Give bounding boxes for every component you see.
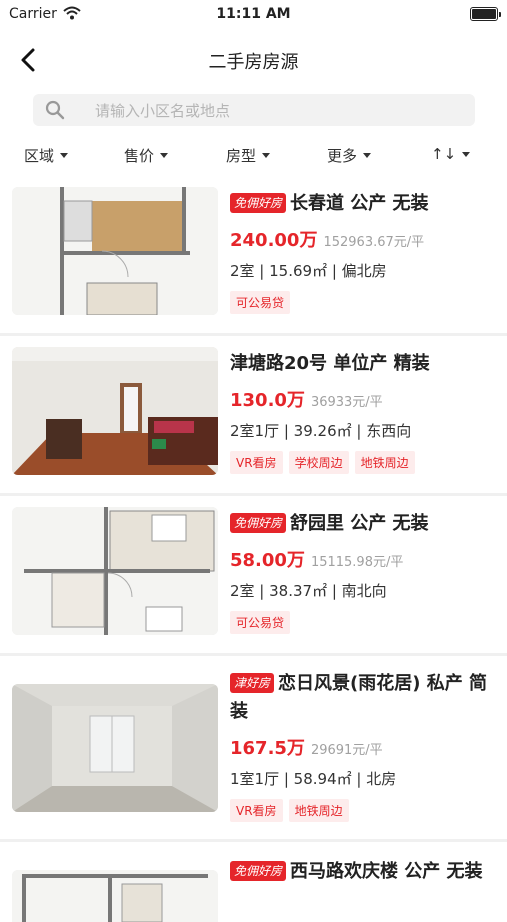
battery-icon bbox=[470, 7, 501, 21]
listing-spec: 2室 | 38.37㎡ | 南北向 bbox=[230, 582, 387, 600]
feature-tag: 地铁周边 bbox=[354, 451, 415, 474]
listing-card[interactable]: 津好房 恋日风景(雨花居) 私产 简装 167.5万 29691元/平 1室1厅 … bbox=[0, 656, 507, 842]
price-line: 167.5万 29691元/平 bbox=[230, 734, 498, 760]
tag-list: 可公易贷 bbox=[230, 291, 498, 314]
filter-layout[interactable]: 房型 bbox=[226, 145, 271, 166]
tag-list: 可公易贷 bbox=[230, 611, 498, 634]
listing-info: 免佣好房 长春道 公产 无装 240.00万 152963.67元/平 2室 | … bbox=[230, 190, 498, 314]
filter-label: 区域 bbox=[24, 147, 55, 165]
feature-tag: 可公易贷 bbox=[230, 611, 291, 634]
listing-title: 津好房 恋日风景(雨花居) 私产 简装 bbox=[230, 673, 488, 722]
caret-down-icon bbox=[160, 153, 169, 158]
listing-info: 津塘路20号 单位产 精装 130.0万 36933元/平 2室1厅 | 39.… bbox=[230, 350, 498, 474]
feature-tag: 学校周边 bbox=[288, 451, 349, 474]
listing-info: 免佣好房 舒园里 公产 无装 58.00万 15115.98元/平 2室 | 38… bbox=[230, 510, 498, 634]
listing-title: 津塘路20号 单位产 精装 bbox=[230, 353, 430, 374]
listing-card[interactable]: 免佣好房 舒园里 公产 无装 58.00万 15115.98元/平 2室 | 38… bbox=[0, 496, 507, 656]
unit-price: 29691元/平 bbox=[310, 743, 383, 758]
nav-bar: 二手房房源 bbox=[0, 36, 507, 84]
filter-price[interactable]: 售价 bbox=[124, 145, 169, 166]
listing-spec: 1室1厅 | 58.94㎡ | 北房 bbox=[230, 770, 397, 788]
caret-down-icon bbox=[363, 153, 372, 158]
filter-label: 更多 bbox=[327, 147, 358, 165]
listing-info: 津好房 恋日风景(雨花居) 私产 简装 167.5万 29691元/平 1室1厅 … bbox=[230, 670, 498, 822]
filter-label: 售价 bbox=[124, 147, 155, 165]
filter-bar: 区域 售价 房型 更多 ↑↓ bbox=[0, 140, 507, 170]
status-bar: Carrier 11:11 AM bbox=[0, 0, 507, 28]
promo-badge: 津好房 bbox=[230, 673, 275, 693]
feature-tag: 可公易贷 bbox=[230, 291, 291, 314]
caret-down-icon bbox=[462, 151, 471, 157]
total-price: 58.00万 bbox=[230, 550, 305, 571]
floorplan-image bbox=[12, 507, 218, 635]
listing-spec: 2室 | 15.69㎡ | 偏北房 bbox=[230, 262, 387, 280]
filter-more[interactable]: 更多 bbox=[327, 145, 372, 166]
sort-icon: ↑↓ bbox=[431, 145, 457, 163]
search-input[interactable] bbox=[93, 94, 467, 128]
total-price: 240.00万 bbox=[230, 230, 318, 251]
price-line: 130.0万 36933元/平 bbox=[230, 386, 498, 412]
total-price: 130.0万 bbox=[230, 390, 305, 411]
listing-spec: 2室1厅 | 39.26㎡ | 东西向 bbox=[230, 422, 412, 440]
room-photo bbox=[12, 684, 218, 812]
listing-title: 免佣好房 舒园里 公产 无装 bbox=[230, 510, 498, 538]
promo-badge: 免佣好房 bbox=[230, 861, 287, 881]
floorplan-image bbox=[12, 870, 218, 922]
promo-badge: 免佣好房 bbox=[230, 513, 287, 533]
filter-label: 房型 bbox=[226, 147, 257, 165]
listing-title: 免佣好房 长春道 公产 无装 bbox=[230, 190, 498, 218]
floorplan-image bbox=[12, 187, 218, 315]
room-photo bbox=[12, 347, 218, 475]
tag-list: VR看房 学校周边 地铁周边 bbox=[230, 451, 498, 474]
unit-price: 15115.98元/平 bbox=[310, 555, 404, 570]
listing-card[interactable]: 免佣好房 西马路欢庆楼 公产 无装 bbox=[0, 842, 507, 922]
promo-badge: 免佣好房 bbox=[230, 193, 287, 213]
feature-tag: VR看房 bbox=[230, 451, 283, 474]
feature-tag: VR看房 bbox=[230, 799, 283, 822]
filter-region[interactable]: 区域 bbox=[24, 145, 69, 166]
price-line: 58.00万 15115.98元/平 bbox=[230, 546, 498, 572]
listing-title: 免佣好房 西马路欢庆楼 公产 无装 bbox=[230, 858, 498, 886]
unit-price: 152963.67元/平 bbox=[323, 235, 425, 250]
listing-card[interactable]: 免佣好房 长春道 公产 无装 240.00万 152963.67元/平 2室 | … bbox=[0, 176, 507, 336]
filter-sort[interactable]: ↑↓ bbox=[431, 145, 471, 163]
caret-down-icon bbox=[60, 153, 69, 158]
caret-down-icon bbox=[262, 153, 271, 158]
tag-list: VR看房 地铁周边 bbox=[230, 799, 498, 822]
price-line: 240.00万 152963.67元/平 bbox=[230, 226, 498, 252]
unit-price: 36933元/平 bbox=[310, 395, 383, 410]
page-title: 二手房房源 bbox=[208, 52, 299, 73]
total-price: 167.5万 bbox=[230, 738, 305, 759]
clock: 11:11 AM bbox=[216, 6, 291, 22]
search-bar[interactable] bbox=[33, 94, 475, 128]
search-icon bbox=[45, 100, 65, 124]
listing-card[interactable]: 津塘路20号 单位产 精装 130.0万 36933元/平 2室1厅 | 39.… bbox=[0, 336, 507, 496]
feature-tag: 地铁周边 bbox=[288, 799, 349, 822]
listing-info: 免佣好房 西马路欢庆楼 公产 无装 bbox=[230, 858, 498, 886]
